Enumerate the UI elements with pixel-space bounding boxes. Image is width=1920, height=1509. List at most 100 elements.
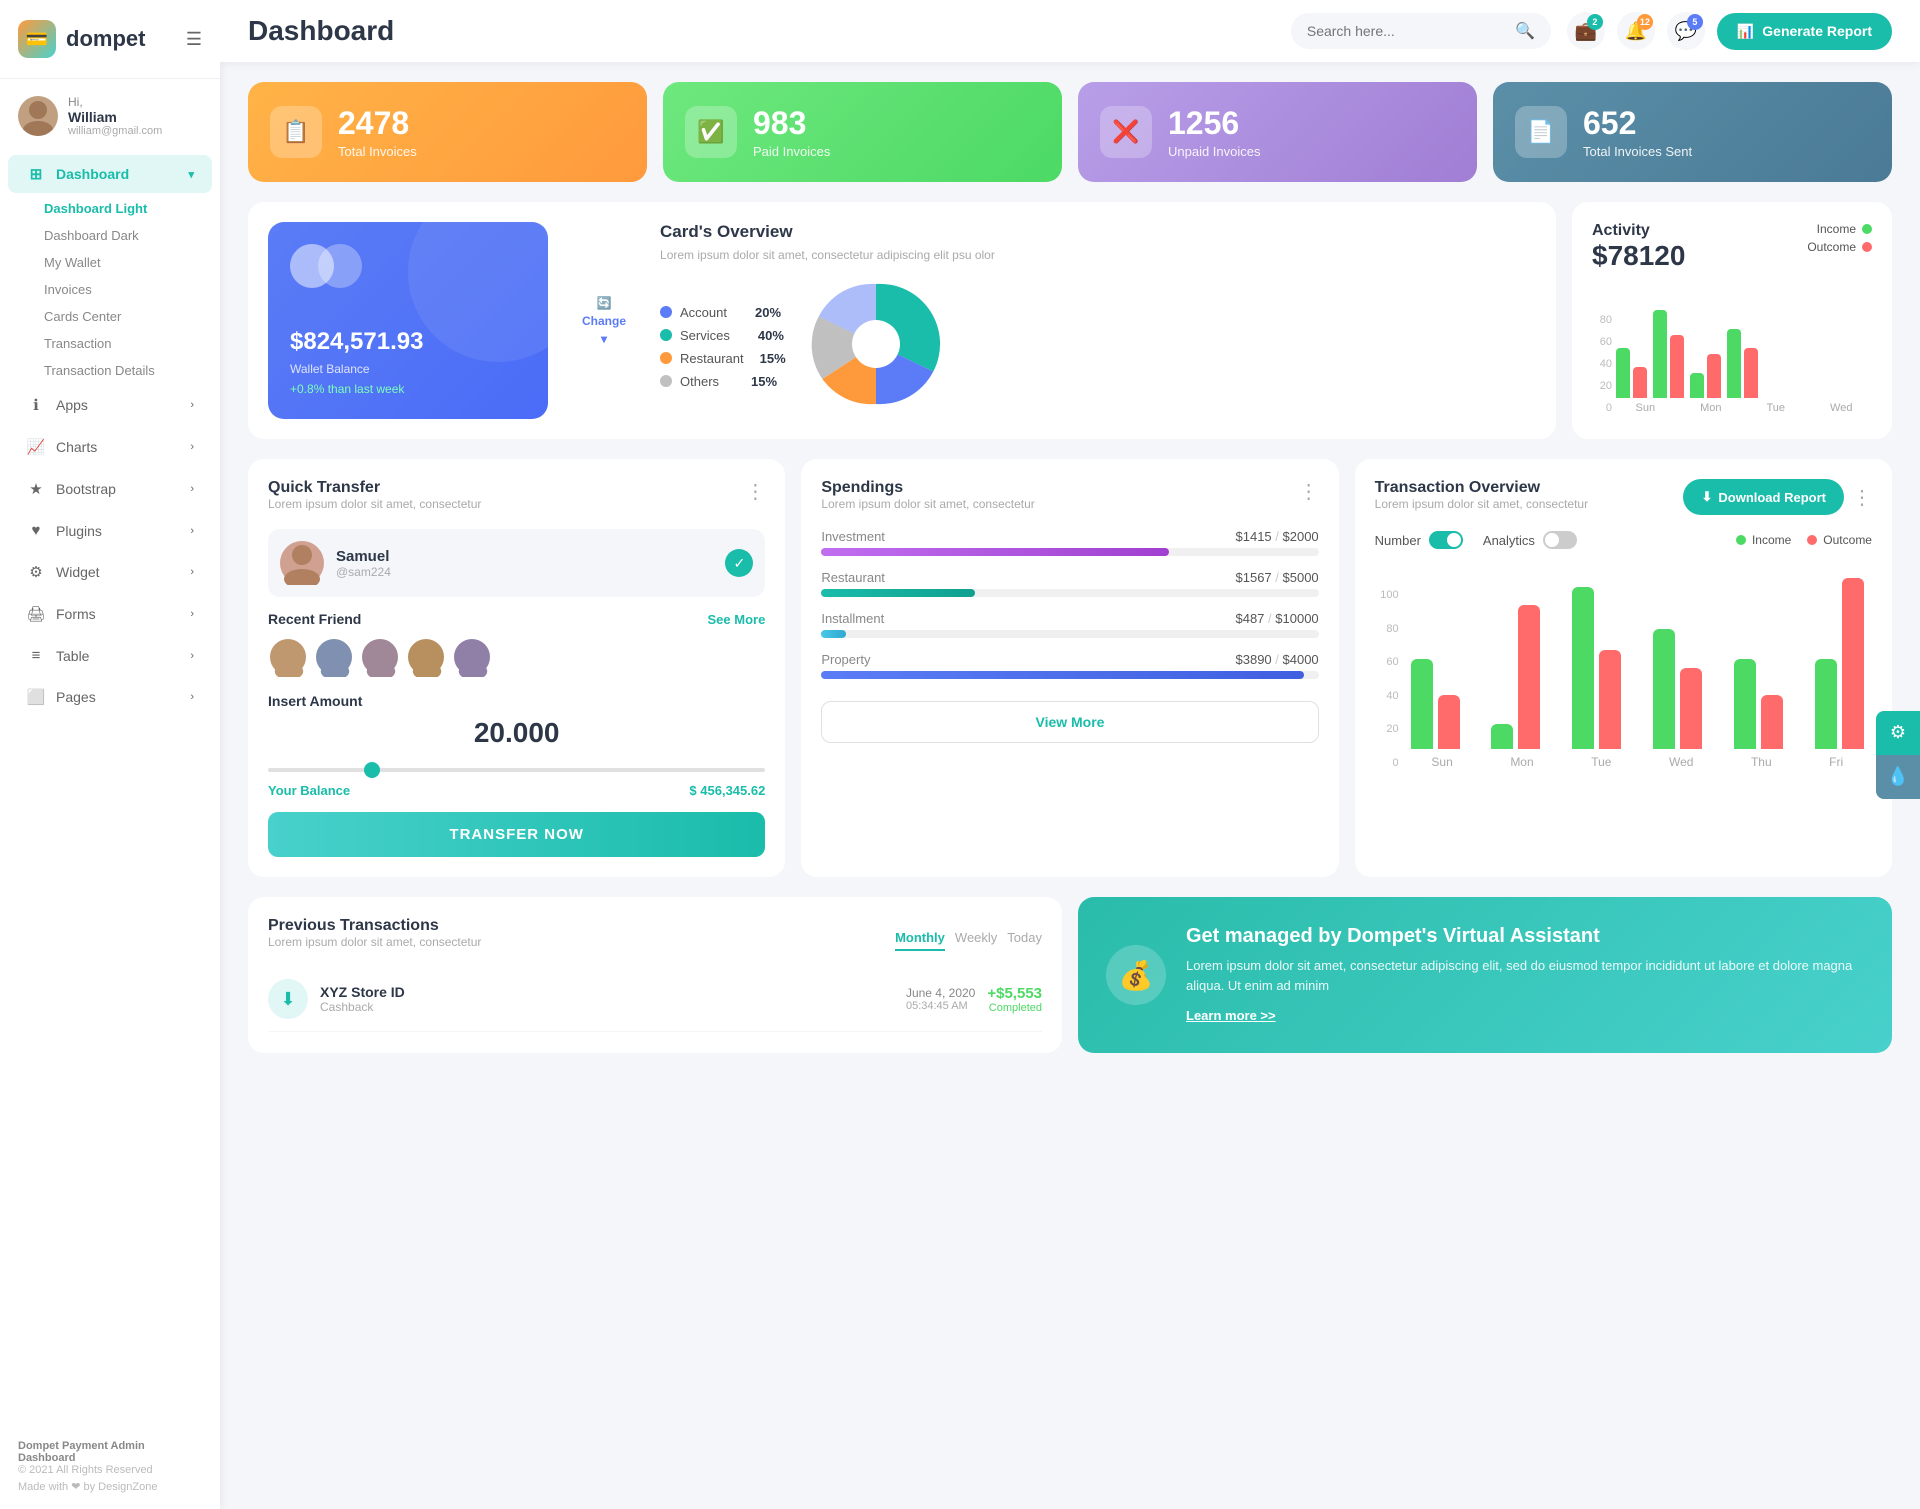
logo-text: dompet: [66, 26, 145, 52]
table-label: Table: [56, 648, 89, 664]
transfer-name: Samuel: [336, 548, 391, 565]
bar-group-tue: [1690, 354, 1721, 398]
sidebar-item-charts[interactable]: 📈 Charts ›: [8, 428, 212, 466]
legend-services: Services 40%: [660, 328, 786, 343]
income-legend: Income: [1817, 222, 1872, 236]
forms-label: Forms: [56, 606, 96, 622]
widget-arrow: ›: [190, 566, 194, 578]
number-switch[interactable]: [1429, 531, 1463, 549]
tab-today[interactable]: Today: [1007, 930, 1042, 951]
sub-transaction[interactable]: Transaction: [32, 330, 220, 357]
trans-label-fri: Fri: [1829, 755, 1843, 769]
trans-chart-area: 020406080100: [1375, 561, 1872, 769]
generate-report-button[interactable]: 📊 Generate Report: [1717, 13, 1892, 50]
see-all-link[interactable]: See More: [708, 612, 766, 627]
sidebar: 💳 dompet ☰ Hi, William william@gmail.com…: [0, 0, 220, 1509]
chevron-down-icon: ▾: [601, 332, 607, 346]
bell-icon-btn[interactable]: 🔔 12: [1617, 12, 1655, 50]
sub-cards-center[interactable]: Cards Center: [32, 303, 220, 330]
user-email: william@gmail.com: [68, 125, 162, 137]
number-knob: [1447, 533, 1461, 547]
spending-restaurant: Restaurant $1567 / $5000: [821, 570, 1318, 597]
sidebar-item-pages[interactable]: ⬜ Pages ›: [8, 678, 212, 716]
toggle-row: Number Analytics Inc: [1375, 531, 1872, 549]
big-outcome-tue: [1599, 650, 1621, 749]
logo-icon: 💳: [18, 20, 56, 58]
wallet-icon-btn[interactable]: 💼 2: [1567, 12, 1605, 50]
chat-icon-btn[interactable]: 💬 5: [1667, 12, 1705, 50]
services-pct: 40%: [758, 328, 784, 343]
big-income-wed: [1653, 629, 1675, 749]
spending-installment: Installment $487 / $10000: [821, 611, 1318, 638]
trans-label-tue: Tue: [1591, 755, 1611, 769]
plugins-label: Plugins: [56, 523, 102, 539]
legend-account: Account 20%: [660, 305, 786, 320]
bootstrap-arrow: ›: [190, 483, 194, 495]
trans-item-status: Completed: [987, 1002, 1042, 1014]
change-button[interactable]: 🔄 Change ▾: [568, 222, 640, 419]
sidebar-item-dashboard[interactable]: ⊞ Dashboard ▾: [8, 155, 212, 193]
legend-others: Others 15%: [660, 374, 786, 389]
trans-outcome-label: Outcome: [1823, 533, 1872, 547]
change-label: Change: [582, 314, 626, 328]
hamburger-icon[interactable]: ☰: [186, 29, 202, 50]
sub-dashboard-dark[interactable]: Dashboard Dark: [32, 222, 220, 249]
tab-weekly[interactable]: Weekly: [955, 930, 997, 951]
content: 📋 2478 Total Invoices ✅ 983 Paid Invoice…: [220, 62, 1920, 1509]
label-tue: Tue: [1766, 402, 1785, 414]
sidebar-item-bootstrap[interactable]: ★ Bootstrap ›: [8, 470, 212, 508]
big-bar-mon: [1484, 605, 1549, 749]
apps-label: Apps: [56, 397, 88, 413]
friend-avatar-1: [268, 637, 308, 677]
outcome-dot: [1862, 242, 1872, 252]
va-learn-more-link[interactable]: Learn more >>: [1186, 1008, 1276, 1023]
page-title: Dashboard: [248, 15, 1275, 47]
amount-slider[interactable]: [268, 768, 765, 772]
sidebar-item-widget[interactable]: ⚙ Widget ›: [8, 553, 212, 591]
table-icon: ≡: [26, 647, 46, 664]
trans-label-wed: Wed: [1669, 755, 1693, 769]
sidebar-item-table[interactable]: ≡ Table ›: [8, 637, 212, 674]
outcome-label: Outcome: [1807, 240, 1856, 254]
restaurant-amount: $1567 / $5000: [1236, 570, 1319, 585]
sidebar-item-plugins[interactable]: ♥ Plugins ›: [8, 512, 212, 549]
outcome-bar-sun: [1633, 367, 1647, 398]
search-input[interactable]: [1307, 23, 1507, 39]
sidebar-item-apps[interactable]: ℹ Apps ›: [8, 386, 212, 424]
bottom-row: Quick Transfer Lorem ipsum dolor sit ame…: [248, 459, 1892, 877]
table-arrow: ›: [190, 650, 194, 662]
stat-card-total-invoices: 📋 2478 Total Invoices: [248, 82, 647, 182]
investment-amount: $1415 / $2000: [1236, 529, 1319, 544]
big-outcome-thu: [1761, 695, 1783, 749]
stat-card-paid-invoices: ✅ 983 Paid Invoices: [663, 82, 1062, 182]
trans-income-label: Income: [1752, 533, 1791, 547]
search-box[interactable]: 🔍: [1291, 13, 1551, 49]
sidebar-item-forms[interactable]: 🖨 Forms ›: [8, 595, 212, 633]
sidebar-footer: Dompet Payment Admin Dashboard © 2021 Al…: [0, 1424, 220, 1509]
quick-transfer-menu[interactable]: ⋮: [745, 479, 765, 504]
pie-legend-area: Account 20% Services 40% Restaurant: [660, 274, 1536, 419]
trans-overview-menu[interactable]: ⋮: [1852, 485, 1872, 510]
tab-monthly[interactable]: Monthly: [895, 930, 945, 951]
water-float-button[interactable]: 💧: [1876, 755, 1920, 799]
settings-float-button[interactable]: ⚙: [1876, 711, 1920, 755]
stat-cards: 📋 2478 Total Invoices ✅ 983 Paid Invoice…: [248, 82, 1892, 182]
analytics-switch[interactable]: [1543, 531, 1577, 549]
view-more-button[interactable]: View More: [821, 701, 1318, 743]
download-report-button[interactable]: ⬇ Download Report: [1683, 479, 1844, 515]
sub-invoices[interactable]: Invoices: [32, 276, 220, 303]
pie-chart: [806, 274, 946, 419]
wallet-badge: 2: [1587, 14, 1603, 30]
sent-invoices-icon: 📄: [1515, 106, 1567, 158]
big-outcome-mon: [1518, 605, 1540, 749]
spendings-menu[interactable]: ⋮: [1299, 479, 1319, 504]
cards-overview-title: Card's Overview: [660, 222, 1536, 242]
activity-amount: $78120: [1592, 240, 1685, 272]
sent-invoices-label: Total Invoices Sent: [1583, 144, 1692, 159]
sub-dashboard-light[interactable]: Dashboard Light: [32, 195, 220, 222]
sub-my-wallet[interactable]: My Wallet: [32, 249, 220, 276]
transfer-now-button[interactable]: TRANSFER NOW: [268, 812, 765, 857]
sub-transaction-details[interactable]: Transaction Details: [32, 357, 220, 384]
dashboard-arrow: ▾: [188, 168, 194, 181]
trans-overview-title: Transaction Overview: [1375, 479, 1588, 497]
